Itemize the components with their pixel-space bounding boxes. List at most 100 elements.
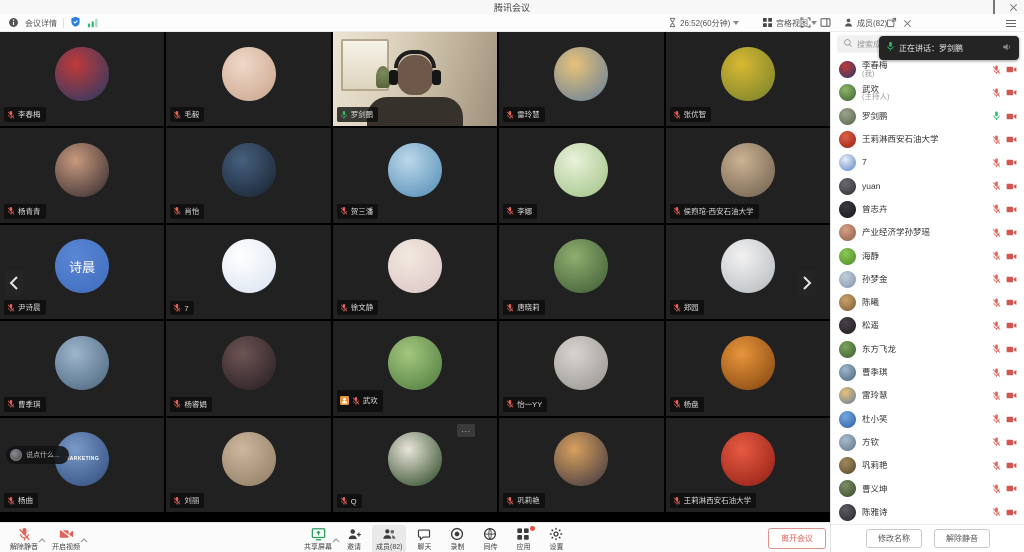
member-row[interactable]: 方钦 — [831, 431, 1024, 454]
video-tile[interactable]: 巩莉艳 — [499, 418, 663, 512]
camera-status-icon[interactable] — [1006, 135, 1017, 144]
member-row[interactable]: 海静 — [831, 244, 1024, 267]
video-tile[interactable]: 刘丽 — [166, 418, 330, 512]
camera-status-icon[interactable] — [1006, 391, 1017, 400]
camera-status-icon[interactable] — [1006, 484, 1017, 493]
mic-status-icon[interactable] — [992, 461, 1001, 471]
mic-status-icon[interactable] — [992, 88, 1001, 98]
member-row[interactable]: 陈雅诗 — [831, 501, 1024, 524]
mic-status-icon[interactable] — [992, 507, 1001, 517]
camera-status-icon[interactable] — [1006, 508, 1017, 517]
video-tile[interactable]: 李娜 — [499, 128, 663, 222]
unmute-button[interactable]: 解除静音 — [934, 529, 990, 548]
video-tile[interactable]: 诗晨尹诗晨 — [0, 225, 164, 319]
video-tile[interactable]: 李春梅 — [0, 32, 164, 126]
rename-button[interactable]: 修改名称 — [866, 529, 922, 548]
mic-status-icon[interactable] — [992, 65, 1001, 75]
video-tile[interactable]: 曹季琪 — [0, 321, 164, 415]
meeting-timer[interactable]: 26:52(60分钟) — [668, 14, 739, 32]
member-row[interactable]: 王莉淋西安石油大学 — [831, 128, 1024, 151]
camera-status-icon[interactable] — [1006, 298, 1017, 307]
mic-status-icon[interactable] — [992, 414, 1001, 424]
leave-meeting-button[interactable]: 离开会议 — [768, 528, 826, 549]
mic-status-icon[interactable] — [992, 321, 1001, 331]
camera-status-icon[interactable] — [1006, 345, 1017, 354]
camera-status-icon[interactable] — [1006, 112, 1017, 121]
camera-status-icon[interactable] — [1006, 88, 1017, 97]
mic-status-icon[interactable] — [992, 274, 1001, 284]
toolbar-record-button[interactable]: 录制 — [442, 525, 472, 552]
camera-status-icon[interactable] — [1006, 438, 1017, 447]
menu-button[interactable] — [1006, 14, 1016, 32]
mic-status-icon[interactable] — [992, 228, 1001, 238]
toolbar-share-screen-button[interactable]: 共享屏幕 — [300, 525, 336, 552]
video-tile[interactable]: 杨青青 — [0, 128, 164, 222]
toolbar-interpret-button[interactable]: 同传 — [475, 525, 505, 552]
toolbar-camera-off-button[interactable]: 开启视频 — [48, 525, 84, 552]
member-row[interactable]: 雷玲慧 — [831, 384, 1024, 407]
member-row[interactable]: 东方飞龙 — [831, 338, 1024, 361]
close-icon[interactable] — [1009, 3, 1018, 12]
toolbar-mic-off-button[interactable]: 解除静音 — [6, 525, 42, 552]
layout-button[interactable] — [820, 14, 831, 32]
member-row[interactable]: 孙梦金 — [831, 268, 1024, 291]
member-row[interactable]: 产业经济学孙梦瑶 — [831, 221, 1024, 244]
fullscreen-button[interactable] — [800, 14, 811, 32]
video-tile[interactable]: 贺三潘 — [333, 128, 497, 222]
member-row[interactable]: 李春梅(我) — [831, 58, 1024, 81]
mic-status-icon[interactable] — [992, 484, 1001, 494]
member-row[interactable]: 松遥 — [831, 314, 1024, 337]
member-row[interactable]: 杜小笑 — [831, 407, 1024, 430]
video-tile[interactable]: 唐晓莉 — [499, 225, 663, 319]
mic-status-icon[interactable] — [992, 298, 1001, 308]
member-row[interactable]: 罗剑鹏 — [831, 105, 1024, 128]
mic-status-icon[interactable] — [992, 181, 1001, 191]
member-row[interactable]: 曾志卉 — [831, 198, 1024, 221]
video-tile[interactable]: 罗剑鹏 — [333, 32, 497, 126]
tile-more-button[interactable]: ... — [457, 424, 475, 437]
mic-status-icon[interactable] — [992, 204, 1001, 214]
camera-status-icon[interactable] — [1006, 182, 1017, 191]
video-tile[interactable]: 毛毅 — [166, 32, 330, 126]
video-tile[interactable]: 王莉淋西安石油大学 — [666, 418, 830, 512]
toolbar-settings-button[interactable]: 设置 — [541, 525, 571, 552]
camera-status-icon[interactable] — [1006, 252, 1017, 261]
toolbar-chat-button[interactable]: 聊天 — [409, 525, 439, 552]
chevron-up-icon[interactable] — [80, 530, 88, 548]
member-row[interactable]: yuan — [831, 174, 1024, 197]
mic-status-icon[interactable] — [992, 135, 1001, 145]
video-tile[interactable]: 徐文静 — [333, 225, 497, 319]
video-tile[interactable]: Q... — [333, 418, 497, 512]
mic-status-icon[interactable] — [992, 158, 1001, 168]
camera-status-icon[interactable] — [1006, 65, 1017, 74]
mic-status-icon[interactable] — [992, 368, 1001, 378]
camera-status-icon[interactable] — [1006, 461, 1017, 470]
member-row[interactable]: 武欢(主持人) — [831, 81, 1024, 104]
mic-status-icon[interactable] — [992, 251, 1001, 261]
video-tile[interactable]: 杨睿娟 — [166, 321, 330, 415]
popout-panel-button[interactable] — [886, 14, 897, 32]
toolbar-invite-button[interactable]: 邀请 — [339, 525, 369, 552]
mic-status-icon[interactable] — [992, 111, 1001, 121]
member-row[interactable]: 巩莉艳 — [831, 454, 1024, 477]
video-tile[interactable]: 侯煦琯-西安石油大学 — [666, 128, 830, 222]
members-count-indicator[interactable]: 成员(82) — [843, 14, 887, 32]
video-tile[interactable]: 杨盘 — [666, 321, 830, 415]
camera-status-icon[interactable] — [1006, 415, 1017, 424]
meeting-details-button[interactable]: 会议详情 — [25, 18, 57, 29]
mic-status-icon[interactable] — [992, 437, 1001, 447]
video-tile[interactable]: 怡一YY — [499, 321, 663, 415]
camera-status-icon[interactable] — [1006, 368, 1017, 377]
video-tile[interactable]: 7 — [166, 225, 330, 319]
member-row[interactable]: 曹季琪 — [831, 361, 1024, 384]
video-tile[interactable]: 武欢 — [333, 321, 497, 415]
video-tile[interactable]: MARKETING杨曲说点什么... — [0, 418, 164, 512]
mic-status-icon[interactable] — [992, 391, 1001, 401]
video-tile[interactable]: 雷玲慧 — [499, 32, 663, 126]
toolbar-apps-button[interactable]: 应用 — [508, 525, 538, 552]
camera-status-icon[interactable] — [1006, 158, 1017, 167]
camera-status-icon[interactable] — [1006, 275, 1017, 284]
member-row[interactable]: 7 — [831, 151, 1024, 174]
next-page-button[interactable] — [798, 270, 816, 296]
camera-status-icon[interactable] — [1006, 205, 1017, 214]
